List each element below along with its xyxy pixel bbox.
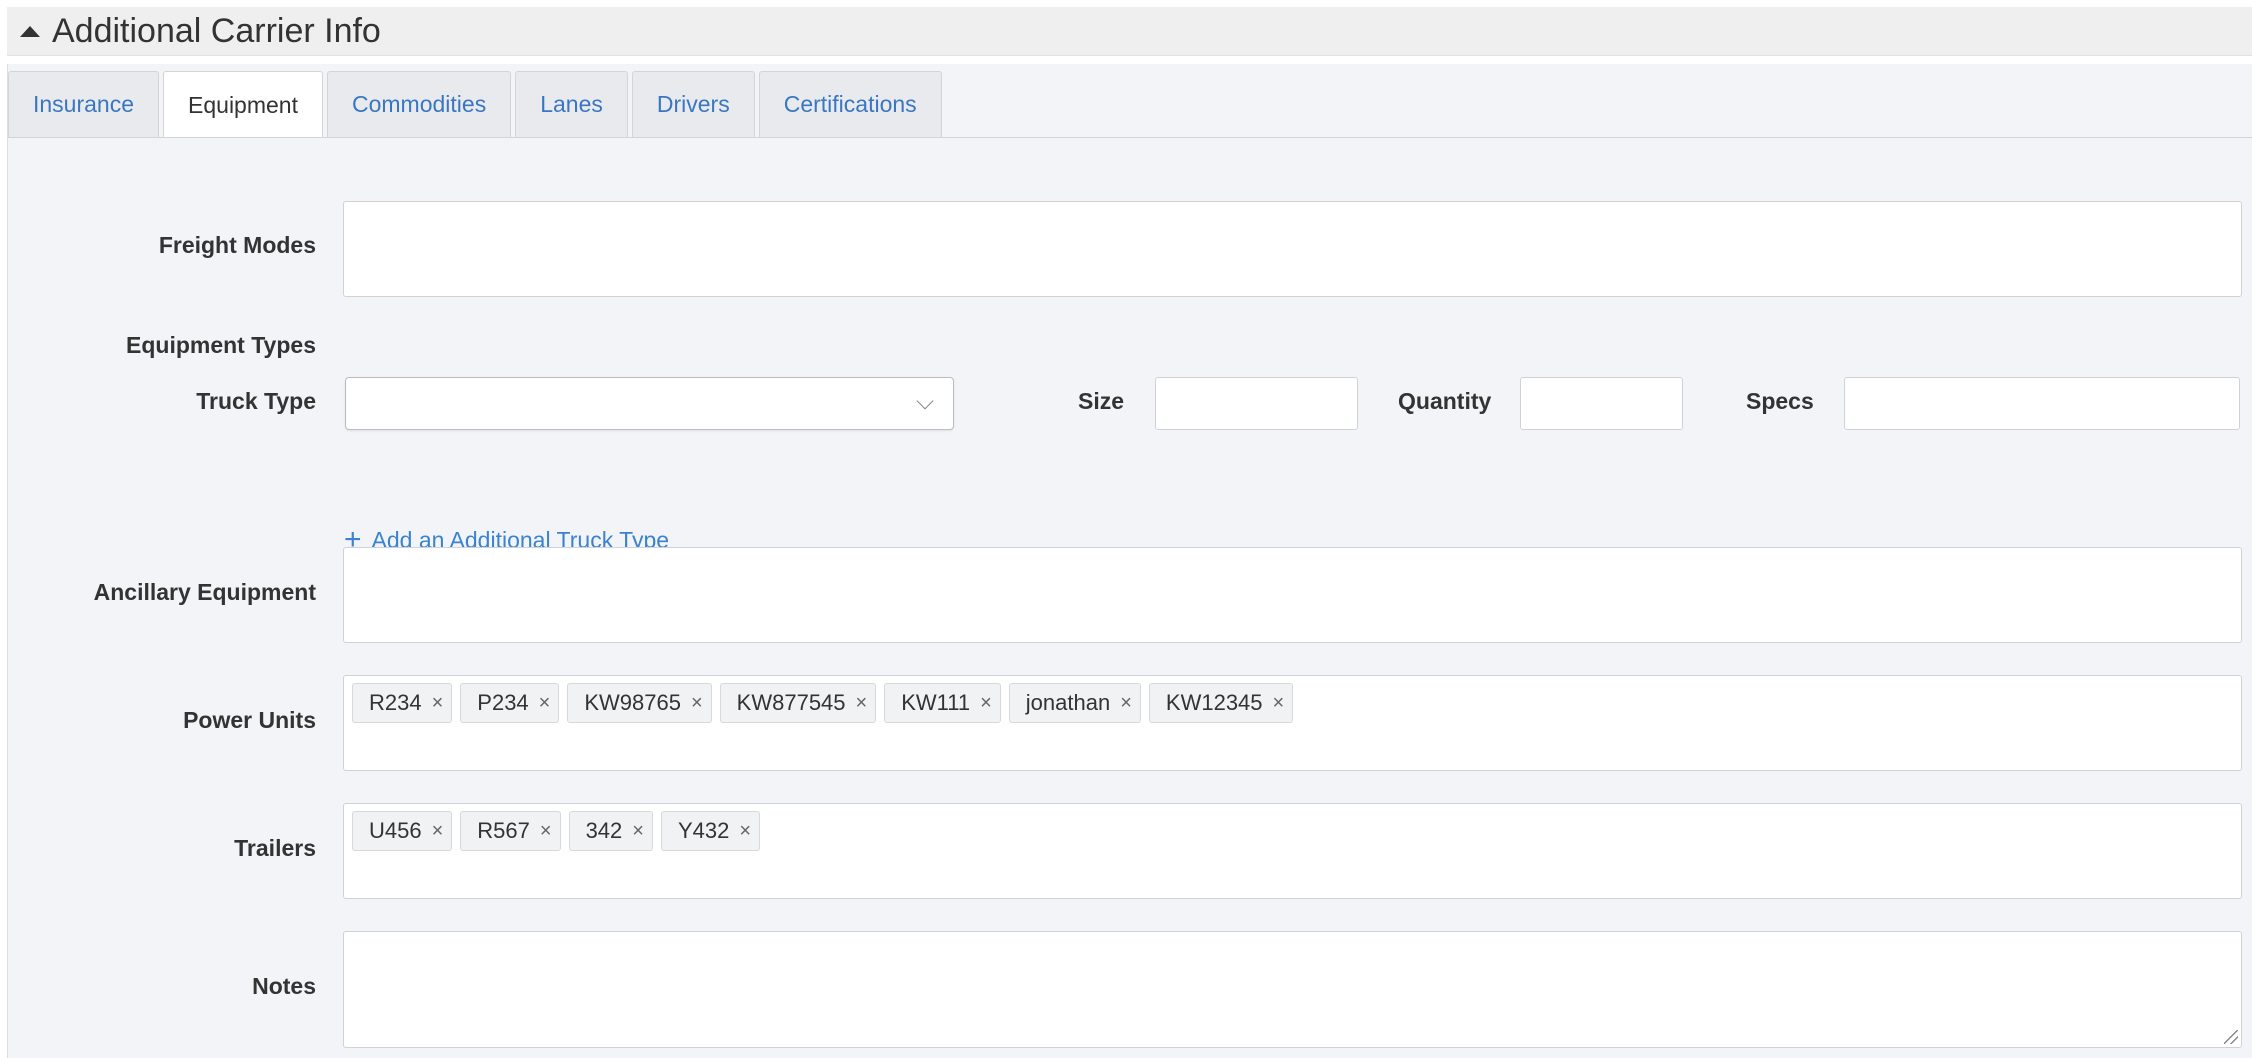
section-title: Additional Carrier Info	[52, 11, 381, 50]
notes-label: Notes	[252, 973, 316, 999]
trailers-input[interactable]: U456 × R567 × 342 × Y432 ×	[343, 803, 2242, 899]
equipment-panel: Insurance Equipment Commodities Lanes Dr…	[7, 64, 2252, 1058]
tag-chip: U456 ×	[352, 811, 453, 851]
close-icon[interactable]: ×	[539, 692, 551, 715]
size-input[interactable]	[1155, 377, 1358, 430]
tag-chip: KW12345 ×	[1148, 683, 1294, 723]
tab-lanes[interactable]: Lanes	[515, 71, 628, 137]
notes-textarea[interactable]	[343, 931, 2242, 1048]
tag-chip: R567 ×	[460, 811, 561, 851]
tab-equipment[interactable]: Equipment	[163, 71, 323, 138]
power-units-label: Power Units	[183, 707, 316, 733]
resize-handle-icon[interactable]	[2224, 1030, 2238, 1044]
tab-bar: Insurance Equipment Commodities Lanes Dr…	[8, 71, 946, 138]
freight-modes-input[interactable]	[343, 201, 2242, 297]
tab-certifications[interactable]: Certifications	[758, 71, 942, 137]
tag-chip: 342 ×	[568, 811, 653, 851]
section-header[interactable]: Additional Carrier Info	[7, 7, 2252, 56]
caret-up-icon	[20, 25, 40, 37]
tab-commodities[interactable]: Commodities	[326, 71, 512, 137]
tag-chip: KW111 ×	[884, 683, 1001, 723]
ancillary-equipment-input[interactable]	[343, 547, 2242, 643]
tag-chip: P234 ×	[460, 683, 560, 723]
close-icon[interactable]: ×	[540, 820, 552, 843]
close-icon[interactable]: ×	[856, 692, 868, 715]
tab-divider	[8, 137, 2252, 138]
quantity-label: Quantity	[1398, 388, 1492, 414]
tag-chip: R234 ×	[352, 683, 453, 723]
close-icon[interactable]: ×	[432, 820, 444, 843]
quantity-input[interactable]	[1520, 377, 1683, 430]
trailers-tags: U456 × R567 × 342 × Y432 ×	[352, 811, 761, 851]
close-icon[interactable]: ×	[691, 692, 703, 715]
size-label: Size	[1078, 388, 1125, 414]
power-units-input[interactable]: R234 × P234 × KW98765 × KW877545 × KW111 × jo…	[343, 675, 2242, 771]
close-icon[interactable]: ×	[739, 820, 751, 843]
tag-chip: jonathan ×	[1008, 683, 1141, 723]
tab-drivers[interactable]: Drivers	[631, 71, 755, 137]
power-units-tags: R234 × P234 × KW98765 × KW877545 × KW111 × jo…	[352, 683, 1294, 723]
tag-chip: KW98765 ×	[567, 683, 712, 723]
truck-type-select[interactable]	[345, 377, 954, 430]
tag-chip: Y432 ×	[660, 811, 761, 851]
truck-type-label: Truck Type	[196, 388, 316, 414]
chevron-down-icon	[916, 392, 934, 410]
close-icon[interactable]: ×	[432, 692, 444, 715]
freight-modes-label: Freight Modes	[158, 232, 316, 258]
trailers-label: Trailers	[234, 835, 316, 861]
close-icon[interactable]: ×	[1120, 692, 1132, 715]
specs-label: Specs	[1746, 388, 1814, 414]
close-icon[interactable]: ×	[1273, 692, 1285, 715]
tab-insurance[interactable]: Insurance	[8, 71, 160, 137]
tag-chip: KW877545 ×	[719, 683, 877, 723]
close-icon[interactable]: ×	[632, 820, 644, 843]
ancillary-equipment-label: Ancillary Equipment	[93, 579, 316, 605]
equipment-types-label: Equipment Types	[126, 332, 316, 358]
close-icon[interactable]: ×	[980, 692, 992, 715]
specs-input[interactable]	[1844, 377, 2240, 430]
